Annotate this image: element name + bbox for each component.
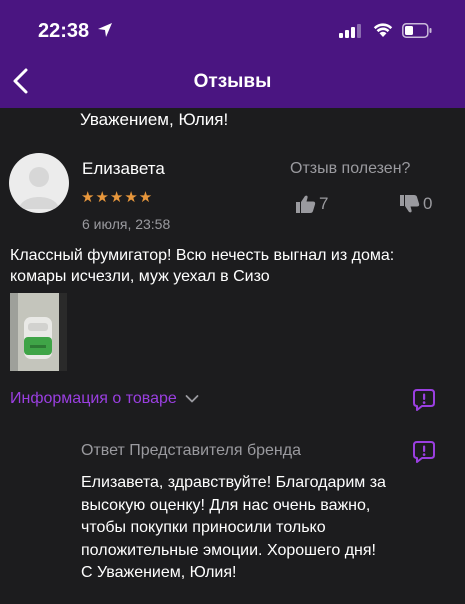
reviewer-name: Елизавета [82, 159, 165, 178]
thumbs-up-icon [296, 195, 316, 213]
dislike-button[interactable]: 0 [400, 194, 432, 214]
brand-reply-line: Елизавета, здравствуйте! Благодарим за [81, 474, 386, 491]
review-date: 6 июля, 23:58 [82, 216, 171, 232]
brand-report-icon[interactable] [412, 440, 436, 464]
brand-reply-line: чтобы покупки приносили только [81, 519, 326, 536]
brand-reply-line: положительные эмоции. Хорошего дня! [81, 541, 376, 559]
fumigator-photo [10, 293, 67, 371]
previous-review-text: Уважением, Юлия! [80, 110, 229, 129]
like-count: 7 [319, 194, 329, 213]
battery-icon [402, 23, 432, 38]
wifi-icon [373, 23, 393, 37]
avatar [9, 153, 69, 213]
status-time: 22:38 [38, 20, 90, 42]
page-title: Отзывы [193, 71, 272, 92]
helpful-label: Отзыв полезен? [290, 160, 411, 177]
review-photo[interactable] [10, 293, 67, 371]
chevron-down-icon [185, 395, 199, 403]
product-info-link[interactable]: Информация о товаре [10, 390, 199, 408]
brand-reply-line: С Уважением, Юлия! [81, 564, 237, 581]
brand-reply-line: высокую оценку! Для нас очень важно, [81, 496, 371, 514]
default-avatar-icon [19, 167, 59, 209]
rating-stars: ★★★★★ [81, 189, 154, 206]
location-arrow-icon [98, 23, 112, 37]
thumbs-down-icon [400, 195, 420, 213]
brand-reply-title: Ответ Представителя бренда [81, 442, 301, 459]
top-bar: 22:38 Отзывы [0, 0, 465, 108]
signal-icon [339, 24, 361, 38]
product-info-label: Информация о товаре [10, 390, 177, 407]
dislike-count: 0 [423, 194, 433, 213]
review-text: Классный фумигатор! Всю нечесть выгнал и… [10, 247, 395, 285]
report-icon[interactable] [412, 388, 436, 412]
brand-reply-text: Елизавета, здравствуйте! Благодарим за в… [81, 472, 441, 585]
like-button[interactable]: 7 [296, 194, 328, 214]
